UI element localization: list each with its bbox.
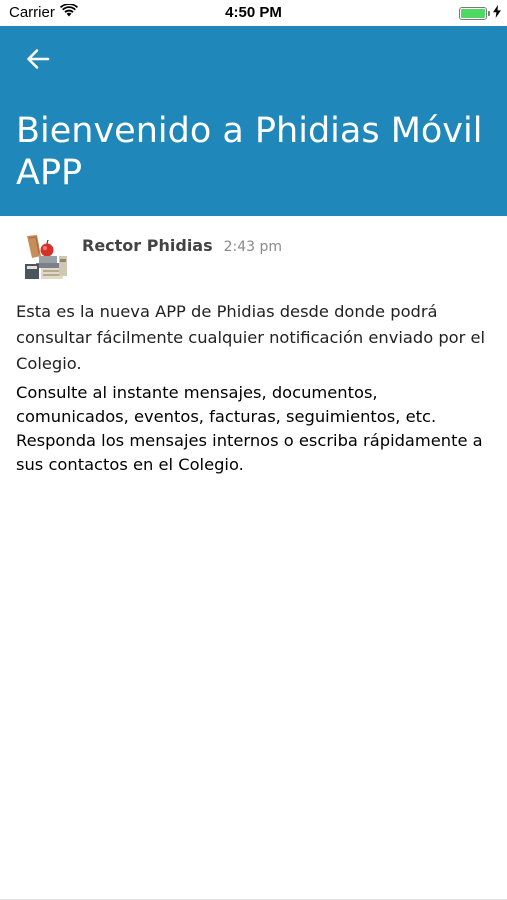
charging-bolt-icon [493, 5, 501, 22]
message-paragraph: Consulte al instante mensajes, documento… [16, 383, 483, 474]
page-title: Bienvenido a Phidias Móvil APP [16, 111, 483, 193]
message-paragraph: Esta es la nueva APP de Phidias desde do… [16, 302, 486, 373]
arrow-left-icon [26, 48, 50, 74]
sender-name: Rector Phidias [82, 236, 213, 255]
message-time: 2:43 pm [223, 239, 283, 255]
sender-line: Rector Phidias 2:43 pm [82, 236, 282, 255]
status-bar: Carrier 4:50 PM [0, 0, 507, 26]
battery-icon [459, 7, 490, 20]
message-body: Esta es la nueva APP de Phidias desde do… [16, 299, 492, 477]
status-time: 4:50 PM [225, 4, 282, 21]
status-right [459, 5, 501, 22]
back-button[interactable] [22, 46, 54, 76]
app-header: Bienvenido a Phidias Móvil APP [0, 26, 507, 216]
battery-level-fill [461, 9, 485, 18]
sender-avatar-image [21, 234, 69, 282]
avatar[interactable] [21, 234, 69, 282]
